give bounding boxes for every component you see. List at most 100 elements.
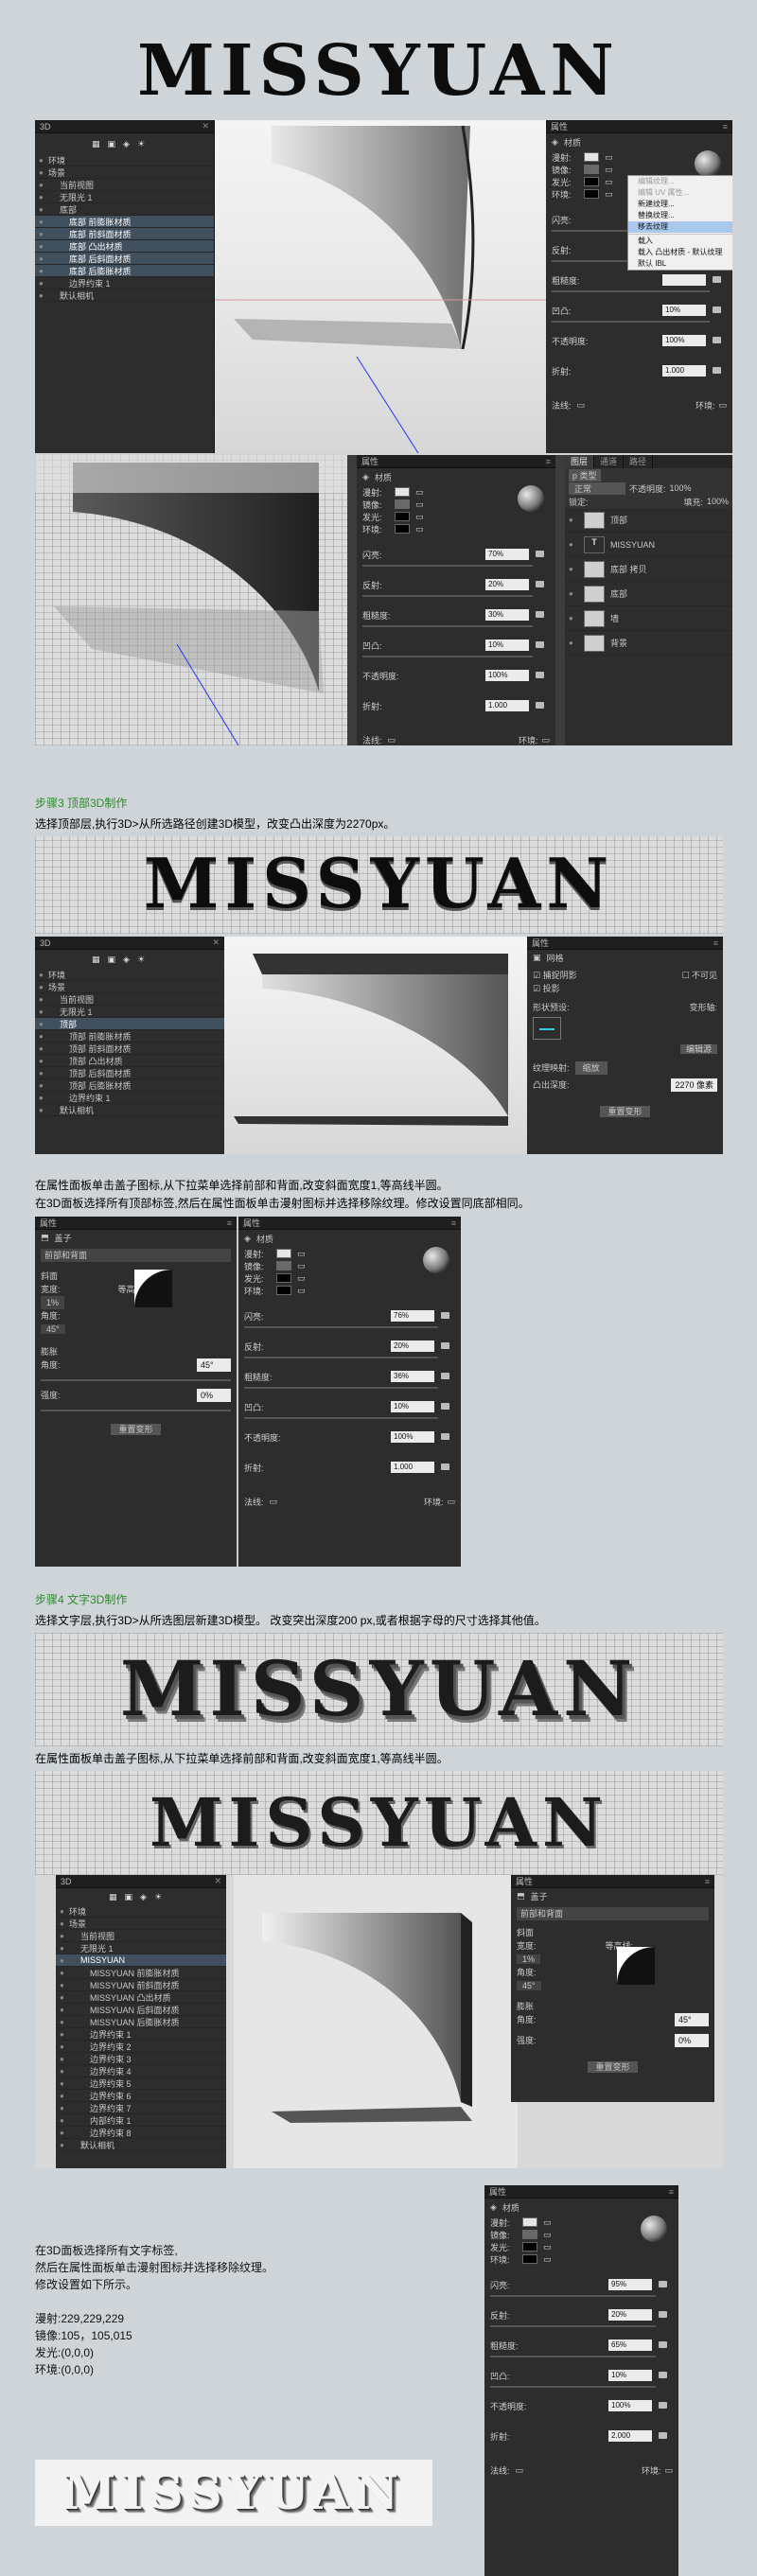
visibility-eye-icon[interactable]: ●	[39, 1008, 48, 1016]
folder-icon[interactable]	[713, 307, 721, 313]
viewport-3d-4[interactable]	[234, 1875, 518, 2168]
visibility-eye-icon[interactable]: ●	[39, 995, 48, 1004]
visibility-eye-icon[interactable]: ●	[60, 1907, 69, 1916]
folder-icon[interactable]	[659, 2372, 667, 2378]
menu-icon-5[interactable]: ≡	[451, 1218, 456, 1228]
folder-icon[interactable]: ▭	[415, 512, 424, 522]
layer-row[interactable]: ● 墙	[565, 606, 732, 631]
material-tab-icon-3[interactable]: ◈	[244, 1234, 251, 1244]
visibility-eye-icon[interactable]: ●	[39, 242, 48, 251]
material-value-input[interactable]: 76%	[391, 1310, 434, 1322]
visibility-eye-icon[interactable]: ●	[569, 589, 578, 598]
shape-preset-thumb[interactable]	[533, 1017, 561, 1040]
visibility-eye-icon[interactable]: ●	[60, 2030, 69, 2039]
visibility-eye-icon[interactable]: ●	[60, 1969, 69, 1977]
viewport-3d-2[interactable]	[35, 455, 347, 745]
visibility-eye-icon[interactable]: ●	[60, 2141, 69, 2149]
folder-icon[interactable]: ▭	[516, 2465, 524, 2476]
material-value-input[interactable]: 1.000	[391, 1462, 434, 1473]
kind-filter[interactable]: p 类型	[569, 468, 601, 482]
material-slider[interactable]	[490, 2356, 656, 2357]
material-preview-sphere[interactable]	[518, 485, 544, 512]
material-value-input[interactable]: 10%	[485, 640, 529, 651]
folder-icon[interactable]	[713, 367, 721, 374]
material-value-input[interactable]: 95%	[608, 2279, 652, 2290]
layer-row[interactable]: ● 底部 拷贝	[565, 557, 732, 582]
tree-item[interactable]: ● 顶部 前斜面材质	[35, 1043, 224, 1055]
tree-item[interactable]: ● 边界约束 8	[56, 2127, 226, 2139]
tree-item[interactable]: ● 内部约束 1	[56, 2114, 226, 2127]
viewport-3d-3[interactable]	[224, 937, 527, 1154]
folder-icon[interactable]: ▭	[718, 400, 727, 411]
cap2-tab-icon[interactable]: ⬒	[517, 1891, 525, 1901]
tree-item[interactable]: ● 边界约束 5	[56, 2077, 226, 2090]
scene-filter-icon-c[interactable]: ▦	[109, 1892, 117, 1902]
visibility-eye-icon[interactable]: ●	[39, 279, 48, 288]
visibility-eye-icon[interactable]: ●	[39, 1032, 48, 1041]
folder-icon[interactable]	[659, 2432, 667, 2439]
color-swatch[interactable]	[276, 1249, 291, 1258]
visibility-eye-icon[interactable]: ●	[39, 267, 48, 275]
material-slider[interactable]	[244, 1326, 438, 1328]
folder-icon[interactable]: ▭	[270, 1497, 278, 1507]
tree-item[interactable]: ● 顶部 凸出材质	[35, 1055, 224, 1067]
visibility-eye-icon[interactable]: ●	[60, 2042, 69, 2051]
folder-icon[interactable]: ▭	[605, 189, 613, 200]
folder-icon[interactable]: ▭	[388, 735, 396, 745]
material-slider[interactable]	[244, 1417, 438, 1419]
tree-item[interactable]: ● 默认相机	[35, 1104, 224, 1116]
material-slider[interactable]	[552, 321, 710, 323]
visibility-eye-icon[interactable]: ●	[60, 2092, 69, 2100]
folder-icon[interactable]: ▭	[543, 2254, 552, 2265]
folder-icon[interactable]	[659, 2281, 667, 2287]
visibility-eye-icon[interactable]: ●	[39, 983, 48, 991]
mesh-filter-icon[interactable]: ▣	[108, 139, 116, 149]
viewport-3d[interactable]	[215, 120, 546, 453]
tree-item[interactable]: ● 当前视图	[35, 179, 214, 191]
catch-shadow-checkbox[interactable]: ☑	[533, 971, 540, 980]
layer-row[interactable]: ● 背景	[565, 631, 732, 656]
color-swatch[interactable]	[276, 1261, 291, 1270]
visibility-eye-icon[interactable]: ●	[39, 156, 48, 165]
tree-item[interactable]: ● 无限光 1	[56, 1942, 226, 1954]
texture-select[interactable]: 缩放	[574, 1061, 607, 1075]
tree-item[interactable]: ● 边界约束 6	[56, 2090, 226, 2102]
menu-item[interactable]: 新建纹理...	[628, 199, 732, 210]
tree-item[interactable]: ● 顶部 后膨胀材质	[35, 1079, 224, 1092]
tree-item[interactable]: ● 底部	[35, 203, 214, 216]
material-value-input[interactable]: 100%	[662, 335, 706, 346]
tree-item[interactable]: ● 环境	[35, 969, 224, 981]
visibility-eye-icon[interactable]: ●	[39, 1081, 48, 1090]
tree-item[interactable]: ● MISSYUAN	[56, 1954, 226, 1967]
folder-icon[interactable]: ▭	[605, 177, 613, 187]
tree-item[interactable]: ● 当前视图	[56, 1930, 226, 1942]
menu-item[interactable]: 载入	[628, 236, 732, 247]
visibility-eye-icon[interactable]: ●	[39, 1057, 48, 1065]
visibility-eye-icon[interactable]: ●	[39, 971, 48, 979]
folder-icon[interactable]: ▭	[297, 1261, 306, 1271]
cap-reset-button[interactable]: 重置变形	[111, 1424, 161, 1435]
visibility-eye-icon[interactable]: ●	[60, 2116, 69, 2125]
tree-item[interactable]: ● MISSYUAN 后斜面材质	[56, 2004, 226, 2016]
cap2-reset-button[interactable]: 重置变形	[588, 2061, 638, 2073]
material-value-input[interactable]: 10%	[608, 2370, 652, 2381]
folder-icon[interactable]: ▭	[577, 400, 586, 411]
color-swatch[interactable]	[522, 2254, 537, 2264]
visibility-eye-icon[interactable]: ●	[569, 565, 578, 573]
folder-icon[interactable]: ▭	[297, 1273, 306, 1284]
folder-icon[interactable]	[441, 1433, 449, 1440]
visibility-eye-icon[interactable]: ●	[60, 2079, 69, 2088]
layers-tab[interactable]: 路径	[624, 455, 654, 468]
visibility-eye-icon[interactable]: ●	[60, 2129, 69, 2137]
light-filter-icon[interactable]: ☀	[137, 139, 145, 149]
folder-icon[interactable]: ▭	[605, 152, 613, 163]
color-swatch[interactable]	[276, 1273, 291, 1283]
material-preview-sphere[interactable]	[641, 2216, 667, 2242]
folder-icon[interactable]	[536, 702, 544, 709]
folder-icon[interactable]: ▭	[541, 735, 550, 745]
color-swatch[interactable]	[584, 152, 599, 162]
material-value-input[interactable]: 20%	[608, 2309, 652, 2321]
folder-icon[interactable]	[441, 1312, 449, 1319]
folder-icon[interactable]	[536, 581, 544, 587]
folder-icon[interactable]	[713, 337, 721, 343]
